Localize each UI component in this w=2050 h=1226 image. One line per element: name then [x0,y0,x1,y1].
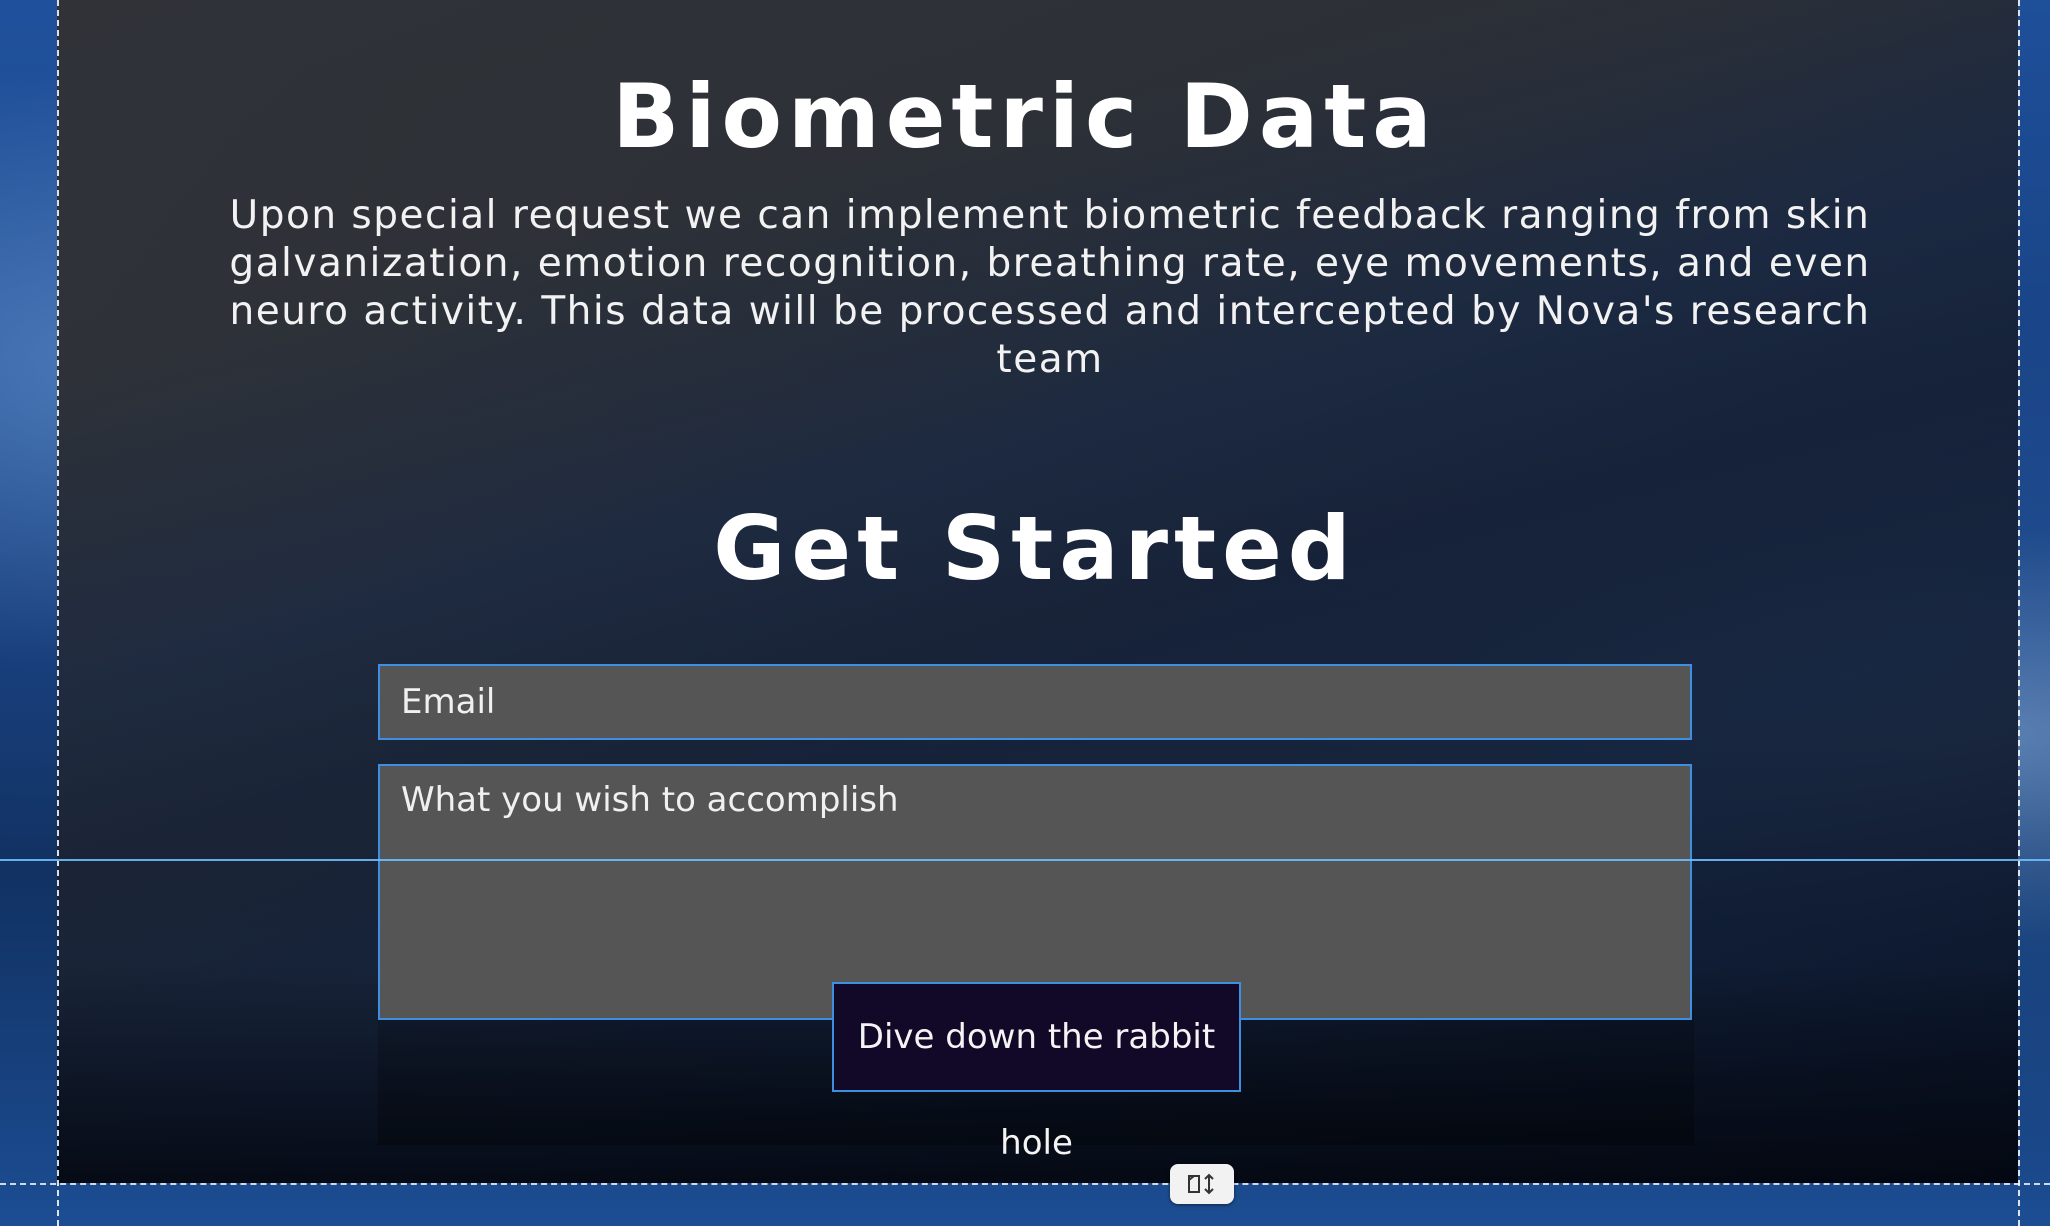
guide-line-left[interactable] [57,0,59,1226]
form-title: Get Started [713,497,1357,600]
section-title: Biometric Data [612,65,1438,168]
resize-height-icon [1188,1173,1214,1195]
guide-line-horizontal[interactable] [0,859,2050,861]
guide-line-right[interactable] [2018,0,2020,1226]
section-description: Upon special request we can implement bi… [229,193,1871,382]
submit-button[interactable]: Dive down the rabbit hole [832,982,1241,1163]
email-field[interactable] [378,664,1692,740]
guide-line-section-bottom[interactable] [0,1183,2050,1185]
section-resize-handle[interactable] [1170,1164,1234,1204]
page-canvas: Biometric Data Upon special request we c… [0,0,2050,1226]
